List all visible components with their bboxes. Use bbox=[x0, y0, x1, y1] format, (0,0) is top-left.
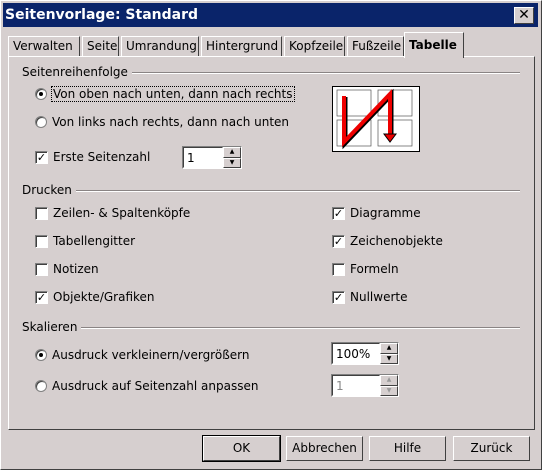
help-button[interactable]: Hilfe bbox=[369, 436, 446, 461]
radio-label: Ausdruck verkleinern/vergrößern bbox=[52, 348, 250, 362]
checkbox-formulas[interactable]: Formeln bbox=[332, 262, 399, 276]
spin-down-icon[interactable]: ▼ bbox=[223, 157, 241, 168]
radio-fit-to-pages[interactable]: Ausdruck auf Seitenzahl anpassen bbox=[35, 379, 258, 393]
checkbox-objects[interactable]: ✓ Objekte/Grafiken bbox=[35, 290, 155, 304]
tab-umrandung[interactable]: Umrandung bbox=[121, 36, 199, 57]
radio-label: Von oben nach unten, dann nach rechts bbox=[51, 86, 295, 102]
spin-up-icon[interactable]: ▲ bbox=[223, 147, 241, 158]
radio-top-to-bottom[interactable]: Von oben nach unten, dann nach rechts bbox=[35, 86, 295, 102]
checkbox-label: Zeilen- & Spaltenköpfe bbox=[53, 206, 191, 220]
checkbox-drawings[interactable]: ✓ Zeichenobjekte bbox=[332, 234, 443, 248]
radio-scale-reduce-enlarge[interactable]: Ausdruck verkleinern/vergrößern bbox=[35, 348, 249, 362]
scale-percent-stepper[interactable]: 100% ▲ ▼ bbox=[331, 342, 399, 365]
checkbox-icon bbox=[332, 262, 345, 276]
checkbox-icon bbox=[35, 234, 48, 248]
spin-down-icon: ▼ bbox=[380, 385, 398, 396]
checkbox-charts[interactable]: ✓ Diagramme bbox=[332, 206, 421, 220]
checkbox-icon: ✓ bbox=[332, 234, 345, 248]
close-button[interactable]: ✕ bbox=[514, 7, 534, 24]
radio-label: Von links nach rechts, dann nach unten bbox=[52, 115, 290, 129]
checkbox-icon: ✓ bbox=[332, 290, 345, 304]
checkbox-label: Tabellengitter bbox=[53, 234, 136, 248]
checkbox-icon: ✓ bbox=[332, 206, 345, 220]
checkbox-first-page[interactable]: ✓ Erste Seitenzahl bbox=[35, 150, 150, 164]
checkbox-label: Diagramme bbox=[350, 206, 421, 220]
tab-seite[interactable]: Seite bbox=[82, 36, 119, 57]
radio-icon bbox=[35, 380, 47, 392]
title-bar: Seitenvorlage: Standard ✕ bbox=[3, 3, 538, 27]
first-page-stepper[interactable]: 1 ▲ ▼ bbox=[182, 146, 242, 169]
page-order-preview-icon bbox=[332, 86, 420, 152]
radio-left-to-right[interactable]: Von links nach rechts, dann nach unten bbox=[35, 115, 289, 129]
close-icon: ✕ bbox=[518, 7, 530, 23]
ok-button[interactable]: OK bbox=[202, 435, 281, 462]
checkbox-label: Formeln bbox=[350, 262, 399, 276]
divider bbox=[22, 190, 520, 192]
group-print-label: Drucken bbox=[22, 183, 76, 197]
checkbox-headers[interactable]: Zeilen- & Spaltenköpfe bbox=[35, 206, 190, 220]
spin-up-icon[interactable]: ▲ bbox=[380, 343, 398, 354]
tab-tabelle[interactable]: Tabelle bbox=[404, 32, 464, 58]
cancel-button[interactable]: Abbrechen bbox=[286, 436, 363, 461]
checkbox-label: Notizen bbox=[53, 262, 99, 276]
radio-icon bbox=[35, 88, 47, 100]
radio-icon bbox=[35, 116, 47, 128]
checkbox-icon bbox=[35, 206, 48, 220]
checkbox-icon bbox=[35, 262, 48, 276]
checkbox-label: Zeichenobjekte bbox=[350, 234, 443, 248]
stepper-value: 1 bbox=[332, 375, 380, 396]
tab-kopfzeile[interactable]: Kopfzeile bbox=[284, 36, 345, 57]
checkbox-label: Nullwerte bbox=[350, 290, 408, 304]
group-page-order-label: Seitenreihenfolge bbox=[22, 65, 132, 79]
checkbox-label: Erste Seitenzahl bbox=[53, 150, 151, 164]
radio-icon bbox=[35, 349, 47, 361]
checkbox-icon: ✓ bbox=[35, 150, 48, 164]
checkbox-zero-values[interactable]: ✓ Nullwerte bbox=[332, 290, 407, 304]
back-button[interactable]: Zurück bbox=[453, 436, 530, 461]
checkbox-notes[interactable]: Notizen bbox=[35, 262, 99, 276]
tab-verwalten[interactable]: Verwalten bbox=[8, 36, 80, 57]
fit-pages-stepper: 1 ▲ ▼ bbox=[331, 374, 399, 397]
tab-hintergrund[interactable]: Hintergrund bbox=[201, 36, 282, 57]
group-scale-label: Skalieren bbox=[22, 320, 82, 334]
tab-fusszeile[interactable]: Fußzeile bbox=[347, 36, 404, 57]
checkbox-label: Objekte/Grafiken bbox=[53, 290, 155, 304]
checkbox-icon: ✓ bbox=[35, 290, 48, 304]
radio-label: Ausdruck auf Seitenzahl anpassen bbox=[52, 379, 259, 393]
checkbox-grid[interactable]: Tabellengitter bbox=[35, 234, 135, 248]
spin-up-icon: ▲ bbox=[380, 375, 398, 386]
divider bbox=[22, 327, 520, 329]
stepper-value[interactable]: 100% bbox=[332, 343, 380, 364]
window-title: Seitenvorlage: Standard bbox=[5, 7, 198, 23]
stepper-value[interactable]: 1 bbox=[183, 147, 223, 168]
spin-down-icon[interactable]: ▼ bbox=[380, 353, 398, 364]
